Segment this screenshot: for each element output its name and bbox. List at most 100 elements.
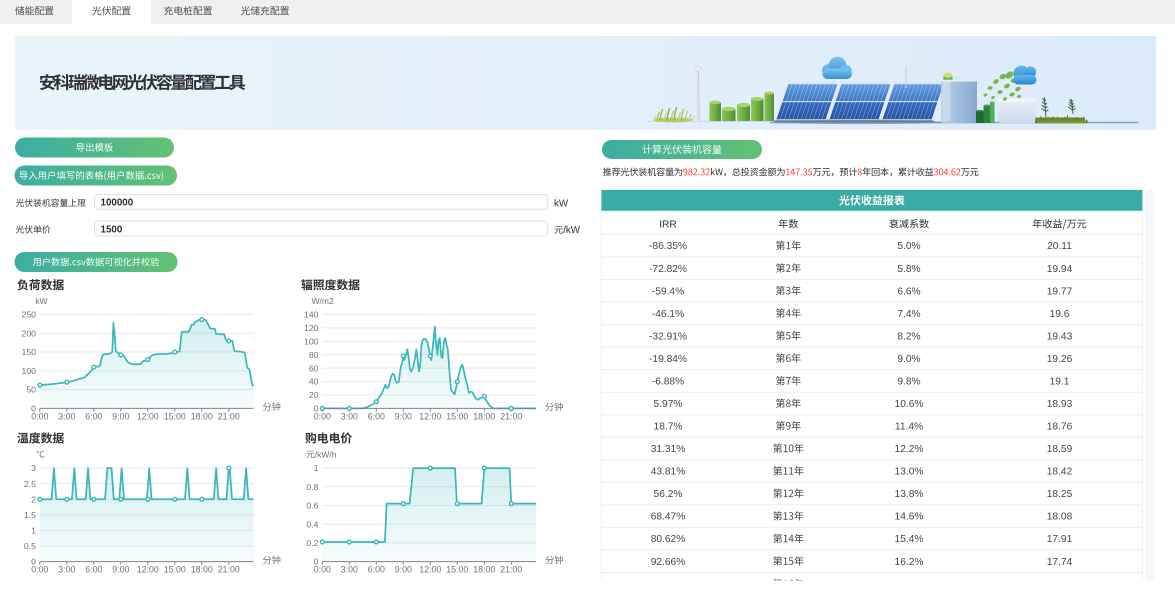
svg-text:0:00: 0:00 <box>314 565 331 575</box>
svg-text:100: 100 <box>22 366 37 376</box>
svg-text:IRR: IRR <box>659 220 677 231</box>
svg-text:kW: kW <box>554 199 569 210</box>
svg-text:-86.35%: -86.35% <box>649 241 687 252</box>
svg-text:18:00: 18:00 <box>473 411 495 421</box>
svg-text:2: 2 <box>31 494 36 504</box>
svg-text:7.4%: 7.4% <box>897 309 920 320</box>
svg-text:21:00: 21:00 <box>500 411 522 421</box>
svg-text:3:00: 3:00 <box>58 565 75 575</box>
svg-text:1.5: 1.5 <box>24 510 36 520</box>
svg-text:18.08: 18.08 <box>1047 512 1073 523</box>
svg-text:19.43: 19.43 <box>1047 331 1073 342</box>
svg-text:21:00: 21:00 <box>500 565 522 575</box>
svg-text:1: 1 <box>31 526 36 536</box>
svg-text:15:00: 15:00 <box>164 565 186 575</box>
svg-text:1: 1 <box>314 463 319 473</box>
svg-text:0.6: 0.6 <box>306 501 318 511</box>
svg-text:68.47%: 68.47% <box>651 512 686 523</box>
svg-text:20.11: 20.11 <box>1047 241 1072 252</box>
svg-text:1500: 1500 <box>101 224 123 235</box>
svg-text:8.2%: 8.2% <box>897 331 920 342</box>
svg-text:100000: 100000 <box>101 198 134 209</box>
svg-text:11.4%: 11.4% <box>895 422 923 433</box>
svg-text:56.2%: 56.2% <box>654 489 683 500</box>
svg-text:-72.82%: -72.82% <box>649 264 687 275</box>
svg-text:50: 50 <box>26 385 36 395</box>
svg-text:14.6%: 14.6% <box>895 512 924 523</box>
svg-text:5.0%: 5.0% <box>897 241 920 252</box>
svg-text:18:00: 18:00 <box>473 565 495 575</box>
svg-text:3:00: 3:00 <box>341 411 358 421</box>
svg-text:31.31%: 31.31% <box>651 444 686 455</box>
svg-text:10.6%: 10.6% <box>895 399 924 410</box>
svg-text:0.2: 0.2 <box>306 538 318 548</box>
svg-text:18:00: 18:00 <box>191 565 213 575</box>
svg-text:19.26: 19.26 <box>1047 354 1073 365</box>
svg-text:19.6: 19.6 <box>1050 309 1070 320</box>
svg-text:17.74: 17.74 <box>1047 557 1073 568</box>
svg-text:5.8%: 5.8% <box>897 264 920 275</box>
svg-text:15:00: 15:00 <box>446 565 468 575</box>
svg-text:18:00: 18:00 <box>191 411 213 421</box>
svg-text:-6.88%: -6.88% <box>652 377 684 388</box>
svg-text:9:00: 9:00 <box>112 565 129 575</box>
svg-text:13.8%: 13.8% <box>895 489 924 500</box>
svg-text:0.4: 0.4 <box>306 519 318 529</box>
svg-text:-46.1%: -46.1% <box>652 309 684 320</box>
svg-text:15:00: 15:00 <box>446 411 468 421</box>
svg-text:kW: kW <box>35 296 47 306</box>
svg-text:9:00: 9:00 <box>395 411 412 421</box>
svg-text:18.59: 18.59 <box>1047 444 1073 455</box>
svg-text:15:00: 15:00 <box>164 411 186 421</box>
svg-text:19.1: 19.1 <box>1050 377 1070 388</box>
svg-text:6:00: 6:00 <box>368 565 385 575</box>
svg-text:100: 100 <box>304 336 319 346</box>
svg-text:-59.4%: -59.4% <box>652 286 684 297</box>
svg-text:20: 20 <box>309 390 319 400</box>
svg-text:12:00: 12:00 <box>137 411 159 421</box>
svg-text:3:00: 3:00 <box>58 411 75 421</box>
svg-text:6.6%: 6.6% <box>897 286 920 297</box>
svg-text:W/m2: W/m2 <box>312 296 334 306</box>
svg-text:3:00: 3:00 <box>341 565 358 575</box>
svg-text:80: 80 <box>309 350 319 360</box>
svg-text:12.2%: 12.2% <box>895 444 924 455</box>
svg-text:21:00: 21:00 <box>218 565 240 575</box>
svg-text:40: 40 <box>309 377 319 387</box>
svg-text:12:00: 12:00 <box>419 565 441 575</box>
svg-text:0:00: 0:00 <box>31 411 48 421</box>
svg-text:60: 60 <box>309 363 319 373</box>
svg-text:200: 200 <box>22 328 37 338</box>
svg-text:92.66%: 92.66% <box>651 557 686 568</box>
svg-text:17.91: 17.91 <box>1047 534 1073 545</box>
svg-text:18.7%: 18.7% <box>654 422 683 433</box>
svg-text:6:00: 6:00 <box>85 411 102 421</box>
svg-text:120: 120 <box>304 323 319 333</box>
svg-text:-19.84%: -19.84% <box>649 354 687 365</box>
svg-text:16.2%: 16.2% <box>895 557 924 568</box>
svg-text:12:00: 12:00 <box>137 565 159 575</box>
svg-text:/kW: /kW <box>563 225 581 236</box>
svg-text:15.4%: 15.4% <box>895 534 924 545</box>
svg-text:3: 3 <box>31 463 36 473</box>
svg-text:18.76: 18.76 <box>1047 422 1073 433</box>
svg-text:0.8: 0.8 <box>306 482 318 492</box>
svg-text:43.81%: 43.81% <box>651 467 686 478</box>
svg-text:9:00: 9:00 <box>395 565 412 575</box>
svg-text:19.94: 19.94 <box>1047 264 1073 275</box>
svg-text:-32.91%: -32.91% <box>649 331 687 342</box>
svg-text:18.42: 18.42 <box>1047 467 1073 478</box>
svg-text:9.0%: 9.0% <box>897 354 920 365</box>
svg-text:12:00: 12:00 <box>419 411 441 421</box>
svg-text:18.93: 18.93 <box>1047 399 1073 410</box>
svg-text:9.8%: 9.8% <box>897 377 920 388</box>
svg-text:150: 150 <box>22 347 37 357</box>
svg-text:0.5: 0.5 <box>24 541 36 551</box>
svg-text:0:00: 0:00 <box>314 411 331 421</box>
svg-text:9:00: 9:00 <box>112 411 129 421</box>
svg-text:250: 250 <box>22 310 37 320</box>
svg-text:/kW/h: /kW/h <box>315 450 337 460</box>
svg-text:2.5: 2.5 <box>24 479 36 489</box>
svg-text:6:00: 6:00 <box>368 411 385 421</box>
svg-text:5.97%: 5.97% <box>654 399 683 410</box>
